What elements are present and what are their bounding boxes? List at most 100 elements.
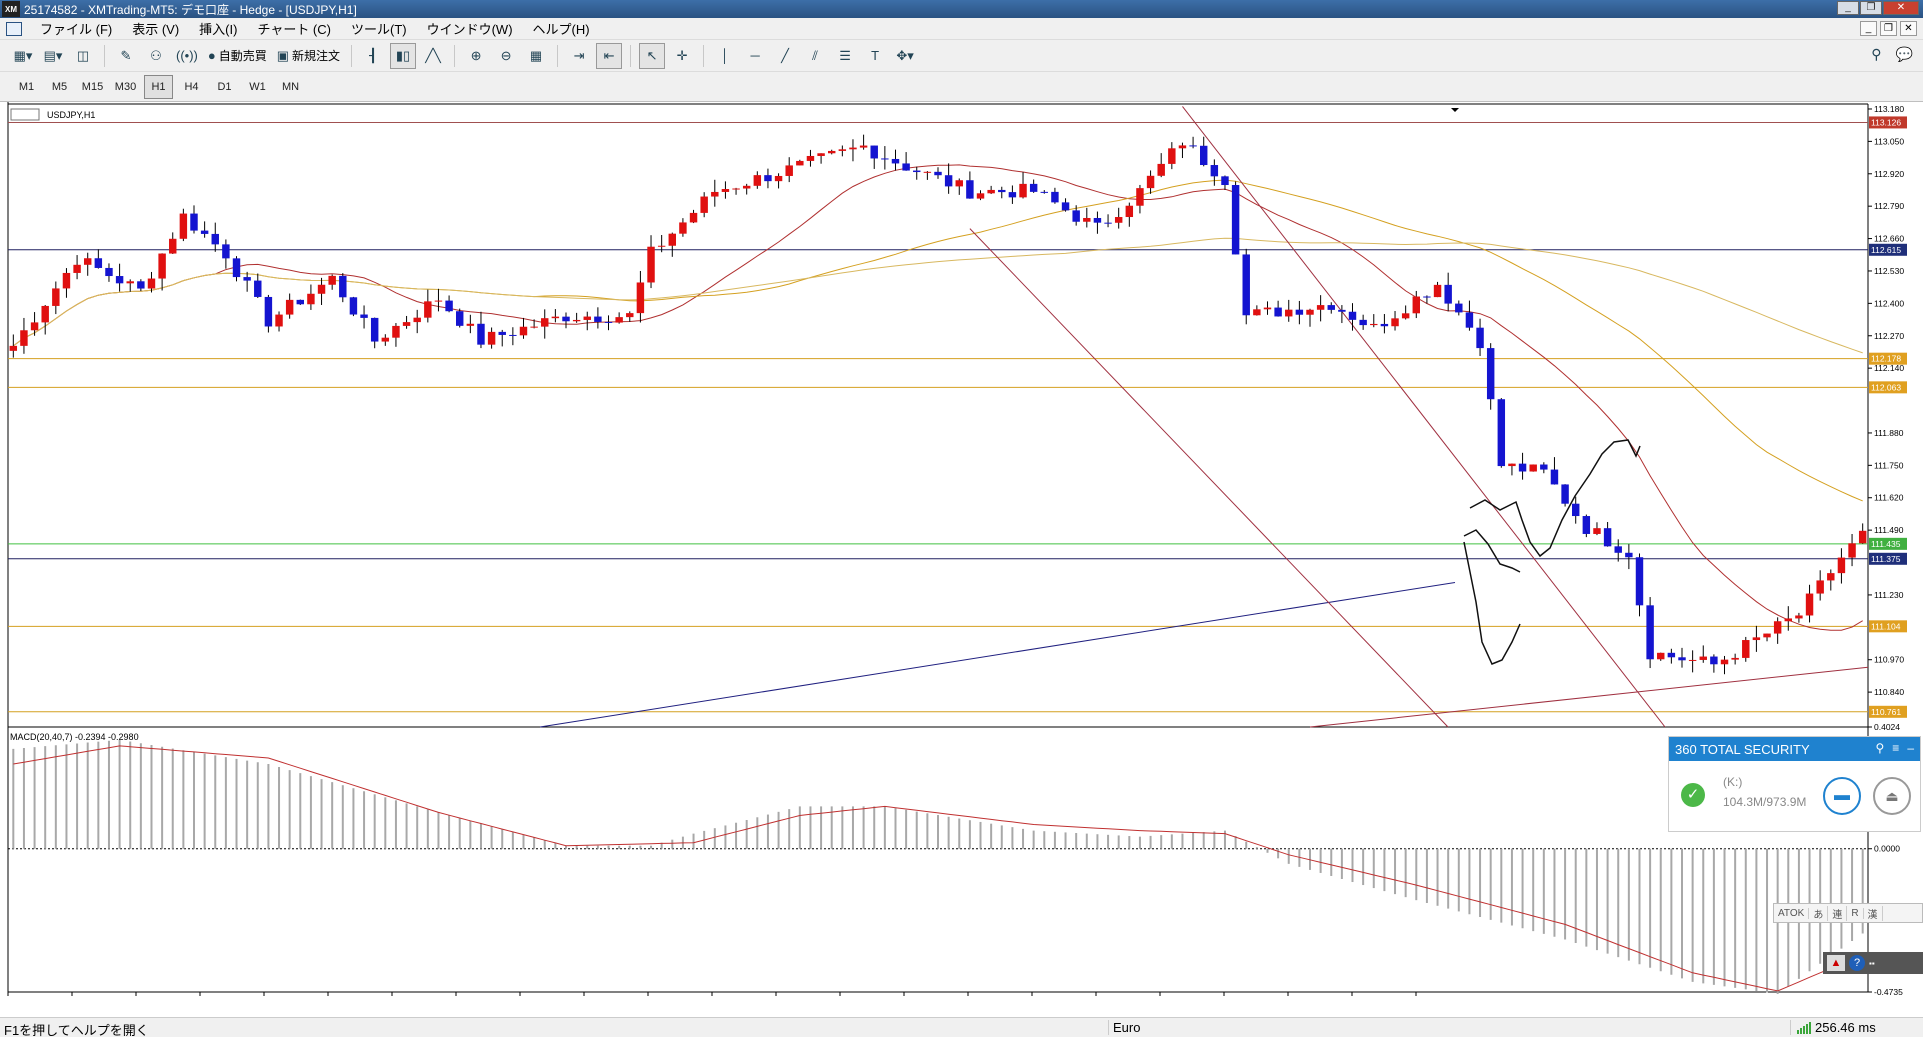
- vertical-line-icon[interactable]: │: [712, 43, 738, 69]
- bullish-candle: [530, 326, 538, 328]
- bearish-candle: [1093, 217, 1102, 223]
- bullish-candle: [126, 281, 134, 284]
- chart-shift-icon[interactable]: ⇤: [596, 42, 623, 69]
- minimize-button[interactable]: _: [1837, 1, 1859, 15]
- price-tick-label: 113.050: [1874, 136, 1904, 146]
- window-title: 25174582 - XMTrading-MT5: デモ口座 - Hedge -…: [24, 2, 357, 17]
- chart-window[interactable]: USDJPY,H1 MACD(20,40,7) -0.2394 -0.2980 …: [0, 102, 1923, 999]
- market-watch-icon[interactable]: ◫: [70, 43, 96, 69]
- tf-m15[interactable]: M15: [78, 75, 107, 99]
- macd-tick-label: 0.0000: [1874, 844, 1900, 854]
- bearish-candle: [1678, 657, 1686, 661]
- cursor-icon[interactable]: ↖: [639, 42, 666, 69]
- bullish-candle: [1763, 633, 1771, 638]
- zoom-out-icon[interactable]: ⊖: [493, 43, 519, 69]
- equidistant-channel-icon[interactable]: ⫽: [802, 43, 828, 69]
- menu-tools[interactable]: ツール(T): [341, 19, 417, 38]
- chart-window-icon-box[interactable]: [10, 108, 40, 121]
- community-icon[interactable]: ⚇: [143, 43, 169, 69]
- tf-d1[interactable]: D1: [210, 75, 239, 99]
- bullish-candle: [1157, 163, 1165, 176]
- bearish-candle: [1603, 528, 1612, 547]
- search-icon[interactable]: ⚲: [1871, 46, 1881, 63]
- maximize-button[interactable]: ❐: [1860, 1, 1882, 15]
- tf-m1[interactable]: M1: [12, 75, 41, 99]
- menu-window[interactable]: ウインドウ(W): [417, 19, 523, 38]
- mdi-minimize-button[interactable]: _: [1860, 21, 1877, 36]
- mdi-controls: _ ❐ ✕: [1860, 21, 1917, 36]
- fibonacci-icon[interactable]: ☰: [832, 43, 858, 69]
- open-folder-button[interactable]: ▬: [1823, 777, 1861, 815]
- ime-conversion[interactable]: 連: [1828, 905, 1848, 921]
- menu-help[interactable]: ヘルプ(H): [523, 19, 600, 38]
- profiles-icon[interactable]: ▤▾: [40, 43, 66, 69]
- bearish-candle: [1518, 463, 1527, 472]
- ime-romaji[interactable]: R: [1847, 907, 1864, 919]
- trend-line-icon[interactable]: ╱: [772, 43, 798, 69]
- candlestick-icon[interactable]: ▮▯: [390, 42, 417, 69]
- bullish-candle: [1412, 296, 1421, 314]
- ime-mode-hiragana[interactable]: あ: [1809, 905, 1829, 921]
- text-icon[interactable]: T: [862, 43, 888, 69]
- menu-chart[interactable]: チャート (C): [247, 19, 341, 38]
- bullish-candle: [668, 233, 677, 246]
- menu-icon[interactable]: ≡: [1892, 741, 1899, 755]
- tf-w1[interactable]: W1: [243, 75, 272, 99]
- tf-m30[interactable]: M30: [111, 75, 140, 99]
- metaeditor-icon[interactable]: ✎: [113, 43, 139, 69]
- bullish-candle: [1136, 188, 1144, 206]
- bullish-candle: [52, 288, 60, 306]
- bullish-candle: [647, 246, 655, 283]
- bullish-candle: [976, 193, 985, 199]
- bar-chart-icon[interactable]: ┨: [360, 43, 386, 69]
- menu-insert[interactable]: 挿入(I): [189, 19, 247, 38]
- bearish-candle: [190, 213, 198, 231]
- menu-view[interactable]: 表示 (V): [122, 19, 189, 38]
- chat-icon[interactable]: 💬: [1896, 46, 1913, 63]
- price-chart[interactable]: USDJPY,H1 MACD(20,40,7) -0.2394 -0.2980 …: [0, 102, 1923, 999]
- menu-file[interactable]: ファイル (F): [30, 19, 122, 38]
- tf-h4[interactable]: H4: [177, 75, 206, 99]
- zoom-in-icon[interactable]: ⊕: [463, 43, 489, 69]
- tf-m5[interactable]: M5: [45, 75, 74, 99]
- bearish-candle: [604, 321, 613, 323]
- horizontal-line-icon[interactable]: ─: [742, 43, 768, 69]
- bearish-candle: [1274, 307, 1282, 317]
- bearish-candle: [870, 145, 878, 159]
- shapes-icon[interactable]: ✥▾: [892, 43, 918, 69]
- tile-windows-icon[interactable]: ▦: [523, 43, 549, 69]
- bearish-candle: [94, 258, 103, 268]
- tf-mn[interactable]: MN: [276, 75, 305, 99]
- bullish-candle: [158, 253, 166, 279]
- auto-trade-button[interactable]: ● 自動売買: [205, 43, 270, 69]
- eject-button[interactable]: ⏏: [1873, 777, 1911, 815]
- profile-name[interactable]: Euro: [1108, 1020, 1140, 1035]
- new-order-button[interactable]: ▣ 新規注文: [274, 43, 343, 69]
- eject-icon: ⏏: [1885, 788, 1899, 804]
- bearish-candle: [1561, 484, 1569, 504]
- connection-status[interactable]: 256.46 ms: [1790, 1020, 1876, 1035]
- bullish-candle: [1657, 652, 1665, 660]
- mdi-restore-button[interactable]: ❐: [1880, 21, 1897, 36]
- flag-icon[interactable]: ▲: [1827, 955, 1845, 971]
- ime-atok[interactable]: ATOK: [1774, 907, 1810, 919]
- search-icon[interactable]: ⚲: [1876, 741, 1885, 755]
- auto-scroll-icon[interactable]: ⇥: [566, 43, 592, 69]
- close-button[interactable]: ✕: [1883, 1, 1919, 15]
- chart-window-icon[interactable]: [6, 21, 22, 36]
- time-tick-label: 20 Jul 07:00: [1159, 997, 1206, 999]
- tf-h1[interactable]: H1: [144, 74, 173, 99]
- crosshair-icon[interactable]: ✛: [669, 43, 695, 69]
- mdi-close-button[interactable]: ✕: [1900, 21, 1917, 36]
- help-circle-icon[interactable]: ?: [1849, 955, 1865, 971]
- signals-icon[interactable]: ((•)): [173, 43, 201, 69]
- bearish-candle: [764, 175, 772, 182]
- new-chart-icon[interactable]: ▦▾: [10, 43, 36, 69]
- bullish-candle: [328, 275, 336, 285]
- line-chart-icon[interactable]: ╱╲: [420, 43, 446, 69]
- ime-kanji[interactable]: 漢: [1864, 905, 1883, 921]
- bullish-candle: [679, 222, 687, 234]
- time-tick-label: 19 Jul 07:00: [967, 997, 1014, 999]
- time-tick-label: 13 Jul 15:00: [263, 997, 310, 999]
- minimize-icon[interactable]: –: [1907, 741, 1914, 755]
